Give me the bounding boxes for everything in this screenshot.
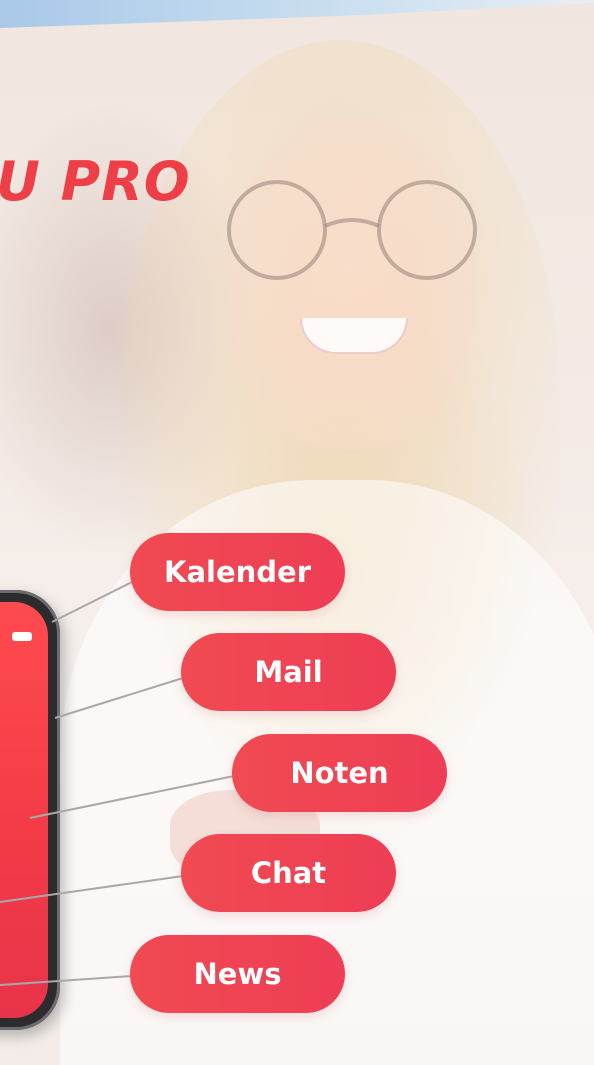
promo-screenshot: U PRO Kalender Mail Noten Chat News: [0, 0, 594, 1065]
kalender-button[interactable]: Kalender: [130, 533, 345, 611]
connector-noten: [29, 775, 235, 819]
mail-button[interactable]: Mail: [181, 633, 396, 711]
connector-news: [0, 975, 133, 986]
chat-button[interactable]: Chat: [181, 834, 396, 912]
news-button[interactable]: News: [130, 935, 345, 1013]
noten-button[interactable]: Noten: [232, 734, 447, 812]
connector-chat: [0, 875, 184, 903]
connector-mail: [54, 677, 184, 719]
connector-kalender: [51, 581, 133, 623]
